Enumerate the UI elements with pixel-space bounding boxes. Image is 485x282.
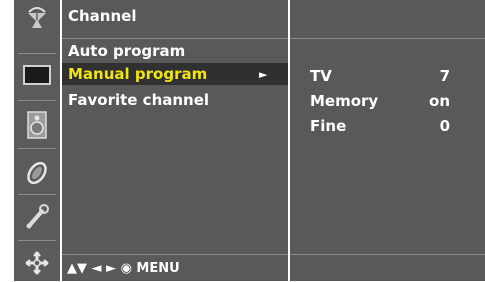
- navigation-hint: ▲▼ ◄ ► ◉ MENU: [67, 261, 180, 276]
- manual-program-preview-panel: TV 7 Memory on Fine 0: [290, 0, 485, 281]
- menu-header: Channel: [62, 0, 288, 39]
- info-row-memory: Memory on: [310, 92, 460, 112]
- menu-icon-bar: [14, 0, 60, 281]
- settings-icon: [25, 251, 49, 275]
- menu-title: Channel: [68, 7, 137, 25]
- preview-header: [290, 0, 485, 39]
- menu-item-auto-program[interactable]: Auto program: [62, 40, 288, 62]
- clock-icon: [27, 161, 47, 185]
- speaker-icon: [27, 111, 47, 139]
- separator: [18, 53, 56, 54]
- info-value: 7: [439, 67, 450, 85]
- sound-menu-button[interactable]: [14, 106, 60, 144]
- info-row-fine: Fine 0: [310, 117, 460, 137]
- channel-menu-panel: Channel Auto program Manual program ► Fa…: [62, 0, 288, 281]
- info-value: on: [429, 92, 450, 110]
- navigation-hint-bar: ▲▼ ◄ ► ◉ MENU: [62, 254, 288, 282]
- menu-item-favorite-channel[interactable]: Favorite channel: [62, 89, 288, 111]
- menu-item-manual-program[interactable]: Manual program ►: [62, 63, 288, 85]
- info-key: Fine: [310, 117, 347, 135]
- time-menu-button[interactable]: [14, 154, 60, 192]
- separator: [18, 148, 56, 149]
- menu-item-label: Favorite channel: [68, 91, 210, 109]
- channel-menu-button[interactable]: [14, 0, 60, 38]
- option-menu-button[interactable]: [14, 198, 60, 236]
- info-row-tv: TV 7: [310, 67, 460, 87]
- info-key: TV: [310, 67, 332, 85]
- screen-icon: [23, 65, 51, 85]
- menu-item-label: Auto program: [68, 42, 186, 60]
- wrench-icon: [26, 204, 49, 229]
- separator: [18, 240, 56, 241]
- setup-menu-button[interactable]: [14, 244, 60, 282]
- satellite-dish-icon: [28, 7, 46, 28]
- picture-menu-button[interactable]: [14, 56, 60, 94]
- separator: [18, 100, 56, 101]
- menu-item-label: Manual program: [68, 65, 208, 83]
- submenu-arrow-icon: ►: [259, 68, 268, 81]
- separator: [18, 194, 56, 195]
- info-key: Memory: [310, 92, 379, 110]
- preview-footer: [290, 254, 485, 282]
- info-value: 0: [439, 117, 450, 135]
